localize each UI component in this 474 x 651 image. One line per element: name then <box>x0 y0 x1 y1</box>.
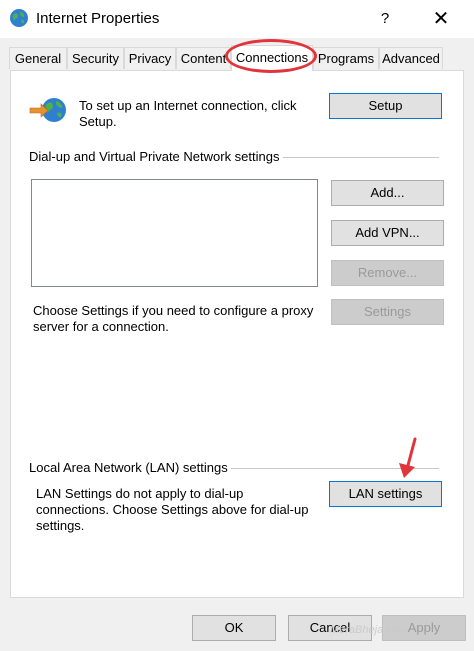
dialup-section-title: Dial-up and Virtual Private Network sett… <box>29 149 283 164</box>
tab-security[interactable]: Security <box>67 47 124 69</box>
network-setup-icon <box>29 98 66 122</box>
tab-programs[interactable]: Programs <box>313 47 379 69</box>
tab-general[interactable]: General <box>9 47 67 69</box>
proxy-settings-description: Choose Settings if you need to configure… <box>33 303 314 334</box>
remove-button: Remove... <box>331 260 444 286</box>
tab-privacy[interactable]: Privacy <box>124 47 176 69</box>
tab-advanced[interactable]: Advanced <box>379 47 443 69</box>
add-vpn-button[interactable]: Add VPN... <box>331 220 444 246</box>
setup-button[interactable]: Setup <box>329 93 442 119</box>
lan-description: LAN Settings do not apply to dial-up con… <box>36 486 309 533</box>
tab-content[interactable]: Content <box>176 47 231 69</box>
globe-icon <box>10 9 28 27</box>
apply-button: Apply <box>382 615 466 641</box>
add-button[interactable]: Add... <box>331 180 444 206</box>
title-bar: Internet Properties ? ✕ <box>0 0 474 38</box>
lan-section-title: Local Area Network (LAN) settings <box>29 460 231 475</box>
tab-connections[interactable]: Connections <box>231 45 313 71</box>
window-title: Internet Properties <box>36 10 160 27</box>
setup-description: To set up an Internet connection, click … <box>79 98 297 129</box>
connections-panel: To set up an Internet connection, click … <box>10 70 464 598</box>
help-button[interactable]: ? <box>375 6 395 32</box>
lan-settings-button[interactable]: LAN settings <box>329 481 442 507</box>
close-button[interactable]: ✕ <box>426 4 456 34</box>
red-arrow-icon <box>399 437 417 478</box>
ok-button[interactable]: OK <box>192 615 276 641</box>
connections-list[interactable] <box>31 179 318 287</box>
cancel-button[interactable]: Cancel <box>288 615 372 641</box>
settings-button: Settings <box>331 299 444 325</box>
internet-properties-dialog: Internet Properties ? ✕ General Security… <box>0 0 474 651</box>
